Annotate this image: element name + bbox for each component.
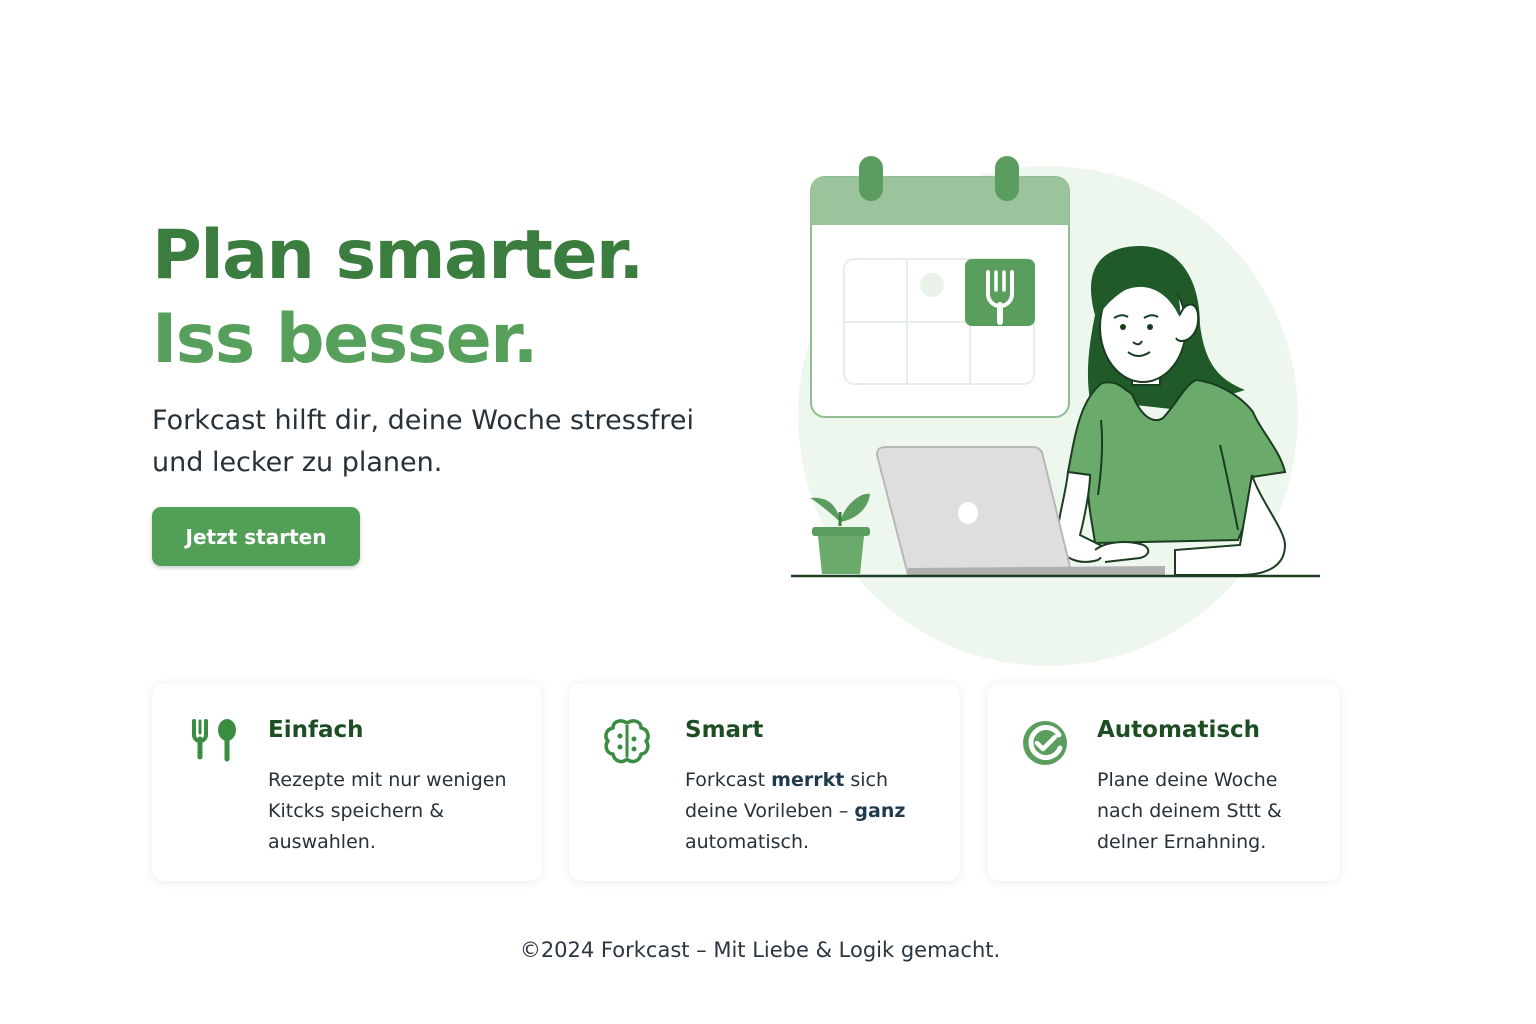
feature-text: Forkcast merrkt sich deine Vorileben – g… (685, 765, 946, 858)
feature-title: Automatisch (1097, 717, 1261, 743)
feature-title: Einfach (268, 717, 364, 743)
feature-text: Rezepte mit nur wenigen Kitcks speichern… (268, 765, 528, 858)
auto-check-icon (1023, 721, 1067, 765)
hero-section: Plan smarter. Iss besser. Forkcast hilft… (152, 214, 752, 484)
feature-text-post: automatisch. (685, 831, 810, 853)
headline-line-1: Plan smarter. (152, 216, 644, 295)
start-button[interactable]: Jetzt starten (152, 507, 360, 566)
feature-text: Plane deine Woche nach deinem Sttt & del… (1097, 769, 1282, 853)
footer: ©2024 Forkcast – Mit Liebe & Logik gemac… (519, 938, 1001, 962)
brain-icon (604, 719, 650, 764)
feature-text-pre: Forkcast (685, 769, 772, 791)
feature-card-automatisch: Automatisch Plane deine Woche nach deine… (987, 683, 1340, 881)
feature-text-line-2: Kitcks speichern & auswahlen. (268, 800, 445, 853)
feature-text-line-1: Rezepte mit nur wenigen (268, 769, 507, 791)
feature-text-bold: ganz (854, 800, 906, 822)
hero-illustration (791, 156, 1320, 666)
calendar-icon (810, 156, 1070, 418)
feature-card-smart: Smart Forkcast merrkt sich deine Vorileb… (569, 683, 960, 881)
landing-page: Plan smarter. Iss besser. Forkcast hilft… (0, 0, 1536, 1024)
feature-text-bold: merrkt (771, 769, 845, 791)
feature-card-einfach: Einfach Rezepte mit nur wenigen Kitcks s… (152, 683, 542, 881)
headline-line-2: Iss besser. (152, 300, 538, 379)
fork-icon (965, 259, 1035, 326)
feature-title: Smart (685, 717, 764, 743)
hero-subline: Forkcast hilft dir, deine Woche stressfr… (152, 405, 695, 478)
fork-spoon-icon (192, 719, 236, 762)
hero-headline: Plan smarter. Iss besser. (152, 214, 752, 382)
